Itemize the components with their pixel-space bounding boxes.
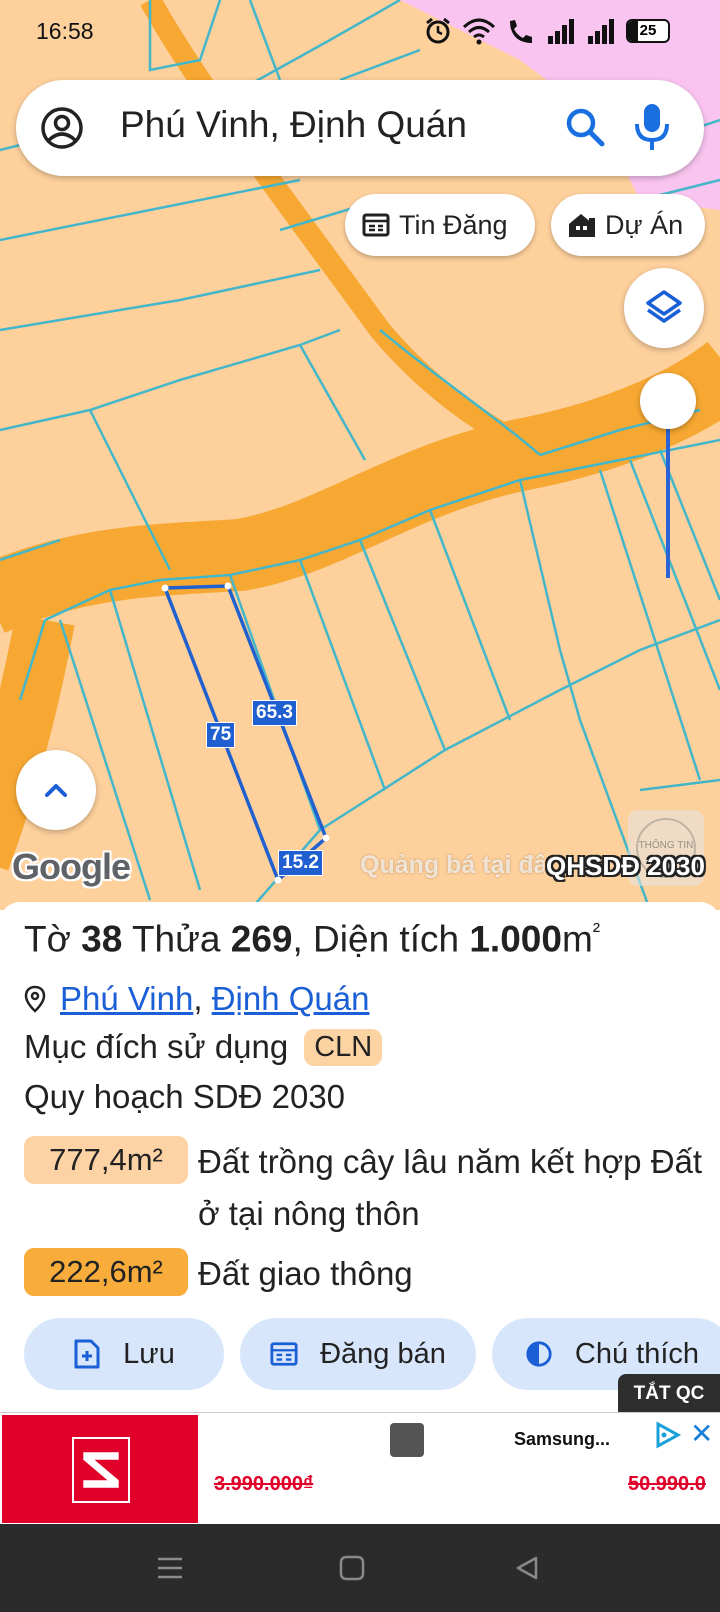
- signal-icon: [548, 19, 574, 44]
- chevron-up-icon: [45, 784, 67, 797]
- opacity-slider-thumb[interactable]: [640, 373, 696, 429]
- planning-description: Đất trồng cây lâu năm kết hợp Đất ở tại …: [198, 1143, 703, 1232]
- sheet-number: 38: [81, 918, 123, 960]
- system-nav-bar: [0, 1524, 720, 1612]
- layers-button[interactable]: [624, 268, 704, 348]
- purpose-row: Mục đích sử dụng CLN: [24, 1028, 383, 1066]
- signal-icon-2: [588, 19, 614, 44]
- brand-logo-icon: [72, 1437, 130, 1503]
- hide-ads-button[interactable]: TẮT QC: [618, 1374, 720, 1414]
- planning-item: 777,4m² Đất trồng cây lâu năm kết hợp Đấ…: [24, 1136, 708, 1240]
- expand-panel-button[interactable]: [16, 750, 96, 830]
- search-input[interactable]: Phú Vinh, Định Quán: [120, 104, 467, 146]
- wifi-icon: [462, 18, 496, 45]
- alarm-icon: [426, 17, 450, 44]
- battery-icon: 25: [626, 19, 670, 43]
- tin-dang-chip[interactable]: Tin Đăng: [345, 194, 535, 256]
- lot-number: 269: [230, 918, 293, 960]
- account-icon[interactable]: [40, 106, 84, 150]
- location-pin-icon: [24, 985, 46, 1013]
- legend-label: Chú thích: [574, 1337, 700, 1370]
- dimension-label-right: 65.3: [252, 700, 297, 726]
- mic-icon[interactable]: [632, 102, 672, 152]
- planning-item: 222,6m² Đất giao thông: [24, 1248, 413, 1300]
- planning-description: Đất giao thông: [198, 1255, 413, 1292]
- map-view[interactable]: 75 65.3 15.2 16:58 25 Phú Vinh, Định Quá…: [0, 0, 720, 910]
- planning-area-badge: 222,6m²: [24, 1248, 188, 1296]
- search-icon[interactable]: [564, 106, 606, 148]
- du-an-label: Dự Án: [605, 209, 684, 240]
- ad-old-price: 3.990.000₫: [214, 1473, 314, 1495]
- status-time: 16:58: [36, 18, 94, 44]
- google-logo: Google: [12, 846, 131, 887]
- post-sale-button[interactable]: Đăng bán: [240, 1318, 476, 1390]
- status-icons: 25: [424, 14, 670, 48]
- parcel-title: Tờ 38 Thửa 269, Diện tích 1.000m²: [24, 918, 601, 960]
- area-unit-sup: ²: [592, 918, 601, 943]
- ad-choices-icon[interactable]: [652, 1421, 682, 1449]
- layers-icon: [646, 290, 682, 323]
- home-icon[interactable]: [338, 1554, 366, 1582]
- post-sale-label: Đăng bán: [320, 1337, 446, 1370]
- ad-brand-logo[interactable]: [2, 1415, 198, 1523]
- du-an-chip[interactable]: Dự Án: [551, 194, 705, 256]
- building-icon: [569, 214, 595, 237]
- status-bar: 16:58 25: [0, 0, 720, 64]
- purpose-code-badge: CLN: [304, 1028, 383, 1066]
- tin-dang-label: Tin Đăng: [399, 209, 508, 240]
- area-value: 1.000: [469, 918, 562, 960]
- promo-text[interactable]: Quảng bá tại đây: [360, 851, 544, 880]
- sheet-label: Tờ: [24, 918, 71, 960]
- save-label: Lưu: [123, 1337, 175, 1370]
- plan-label: Quy hoạch SDĐ 2030: [24, 1078, 346, 1115]
- dimension-label-bottom: 15.2: [278, 850, 323, 876]
- parcel-info-panel: Tờ 38 Thửa 269, Diện tích 1.000m² Phú Vi…: [0, 902, 720, 1412]
- planning-area-badge: 777,4m²: [24, 1136, 188, 1184]
- listing-icon: [362, 213, 390, 237]
- purpose-label: Mục đích sử dụng: [24, 1028, 289, 1065]
- listing-icon: [270, 1342, 298, 1366]
- ward-link[interactable]: Phú Vinh: [60, 980, 193, 1018]
- product-thumbnail[interactable]: [390, 1423, 424, 1457]
- search-bar[interactable]: Phú Vinh, Định Quán: [16, 80, 704, 176]
- area-label: Diện tích: [313, 918, 460, 960]
- battery-level: 25: [639, 22, 657, 39]
- ad-banner[interactable]: Samsung... 3.990.000₫ 50.990.0 ✕: [0, 1412, 720, 1524]
- add-file-icon: [74, 1339, 100, 1369]
- back-icon[interactable]: [514, 1554, 542, 1582]
- district-link[interactable]: Định Quán: [212, 980, 370, 1018]
- contrast-icon: [526, 1341, 552, 1367]
- menu-icon[interactable]: [156, 1554, 184, 1582]
- ad-close-icon[interactable]: ✕: [690, 1417, 713, 1450]
- layer-label: QHSDĐ 2030: [546, 851, 705, 881]
- wifi-calling-icon: [510, 20, 532, 43]
- dimension-label-left: 75: [206, 722, 236, 748]
- ad-old-price-2: 50.990.0: [628, 1473, 706, 1495]
- save-button[interactable]: Lưu: [24, 1318, 224, 1390]
- lot-label: Thửa: [131, 918, 221, 960]
- location-row: Phú Vinh, Định Quán: [24, 976, 369, 1022]
- area-unit: m: [561, 918, 593, 960]
- ad-product-name[interactable]: Samsung...: [514, 1429, 610, 1450]
- stamp-text: THÔNG TIN: [638, 840, 694, 851]
